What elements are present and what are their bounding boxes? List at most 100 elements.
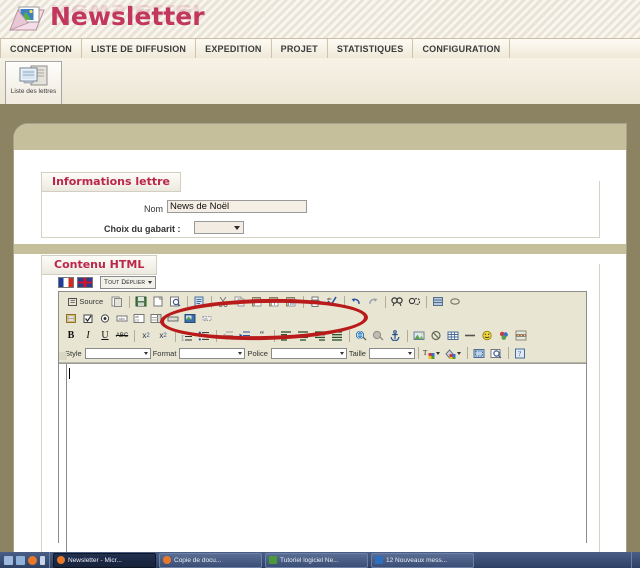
spellcheck-icon[interactable]: ab [324,294,340,309]
show-blocks-icon[interactable] [471,346,487,361]
align-justify-icon[interactable] [329,328,345,343]
checkbox-icon[interactable] [80,311,96,326]
undo-icon[interactable] [348,294,364,309]
source-button[interactable]: ☰ Source [63,294,108,309]
flash-icon[interactable] [428,328,444,343]
align-right-icon[interactable] [312,328,328,343]
align-left-icon[interactable] [278,328,294,343]
chevron-down-icon [407,351,412,355]
tout-deplier-button[interactable]: Tout Déplier [100,275,157,289]
flag-uk-icon[interactable] [77,276,93,288]
text-color-icon[interactable]: T [422,346,442,361]
toolbar-separator [407,329,408,342]
underline-icon[interactable]: U [97,328,113,343]
screen-document-icon [18,64,50,87]
save-icon[interactable] [133,294,149,309]
taskbar-item-1-label: Newsletter - Micr... [68,556,122,564]
smiley-icon[interactable] [479,328,495,343]
text-field-icon[interactable]: abc [114,311,130,326]
menu-expedition[interactable]: EXPEDITION [196,39,272,58]
paste-text-icon[interactable]: T [266,294,282,309]
numbered-list-icon[interactable]: 123 [179,328,195,343]
link-icon[interactable] [353,328,369,343]
liste-des-lettres-label: Liste des lettres [10,88,57,95]
unlink-icon[interactable] [370,328,386,343]
editor-toolbar-row-2: abc ab cd ab [59,310,586,327]
radio-button-icon[interactable] [97,311,113,326]
preview-icon[interactable] [167,294,183,309]
textarea-icon[interactable]: ab cd [131,311,147,326]
choix-gabarit-select[interactable] [194,221,244,234]
strikethrough-icon[interactable]: ABC [114,328,130,343]
align-center-icon[interactable] [295,328,311,343]
subscript-icon[interactable]: x2 [138,328,154,343]
anchor-icon[interactable] [387,328,403,343]
media-player-icon[interactable] [16,555,25,565]
indent-icon[interactable] [237,328,253,343]
form-icon[interactable] [63,311,79,326]
taskbar-item-4[interactable]: 12 Nouveaux mess... [371,552,474,568]
new-page-icon[interactable] [150,294,166,309]
redo-icon[interactable] [365,294,381,309]
document-properties-icon[interactable] [191,294,207,309]
about-icon[interactable]: ? [512,346,528,361]
svg-text:3: 3 [182,338,184,341]
style-combo[interactable] [84,347,151,359]
paste-icon[interactable] [249,294,265,309]
menu-liste-de-diffusion[interactable]: LISTE DE DIFFUSION [82,39,197,58]
windows-taskbar: Newsletter - Micr... Copie de docu... Tu… [0,552,640,568]
liste-des-lettres-button[interactable]: Liste des lettres [5,61,62,106]
menu-statistiques[interactable]: STATISTIQUES [328,39,414,58]
image-button-icon[interactable] [182,311,198,326]
toolbar-separator [417,347,419,359]
page-break-icon[interactable] [513,328,529,343]
bulleted-list-icon[interactable] [196,328,212,343]
templates-icon[interactable] [109,294,125,309]
outdent-icon[interactable] [220,328,236,343]
remove-format-icon[interactable] [447,294,463,309]
svg-text:T: T [423,349,428,357]
editor-resize-handle[interactable] [59,352,67,360]
informations-lettre-legend: Informations lettre [41,172,182,192]
browser-icon[interactable] [28,555,37,565]
show-desktop-icon[interactable] [4,555,13,565]
nom-input[interactable]: News de Noël [167,200,307,213]
flag-fr-icon[interactable] [58,276,74,288]
toolbar-separator [129,295,131,308]
taille-combo[interactable] [368,347,415,359]
replace-icon[interactable] [406,294,422,309]
superscript-icon[interactable]: x2 [155,328,171,343]
menu-projet[interactable]: PROJET [272,39,328,58]
copy-icon[interactable] [232,294,248,309]
editor-content-area[interactable] [59,352,586,560]
select-all-icon[interactable] [430,294,446,309]
button-icon[interactable] [165,311,181,326]
toolbar-separator [344,295,346,308]
police-combo[interactable] [270,347,347,359]
table-icon[interactable] [445,328,461,343]
taskbar-item-2[interactable]: Copie de docu... [159,552,262,568]
find-icon[interactable] [389,294,405,309]
taskbar-item-3[interactable]: Tutoriel logiciel Ne... [265,552,368,568]
bold-icon[interactable]: B [63,328,79,343]
hidden-field-icon[interactable]: ab [199,311,215,326]
background-color-icon[interactable] [443,346,463,361]
main-menu-bar: CONCEPTION LISTE DE DIFFUSION EXPEDITION… [0,38,640,59]
special-char-icon[interactable] [496,328,512,343]
toolbar-separator [303,295,305,308]
taskbar-item-1[interactable]: Newsletter - Micr... [53,552,156,568]
menu-conception[interactable]: CONCEPTION [0,39,83,58]
cut-icon[interactable] [215,294,231,309]
more-icon[interactable] [40,555,45,565]
image-icon[interactable] [411,328,427,343]
italic-icon[interactable]: I [80,328,96,343]
menu-configuration[interactable]: CONFIGURATION [413,39,511,58]
paste-word-icon[interactable]: W [283,294,299,309]
blockquote-icon[interactable]: “ [254,328,270,343]
select-field-icon[interactable] [148,311,164,326]
horizontal-rule-icon[interactable] [462,328,478,343]
print-icon[interactable] [307,294,323,309]
chevron-down-icon [339,351,344,355]
maximize-icon[interactable] [488,346,504,361]
format-combo[interactable] [179,347,246,359]
